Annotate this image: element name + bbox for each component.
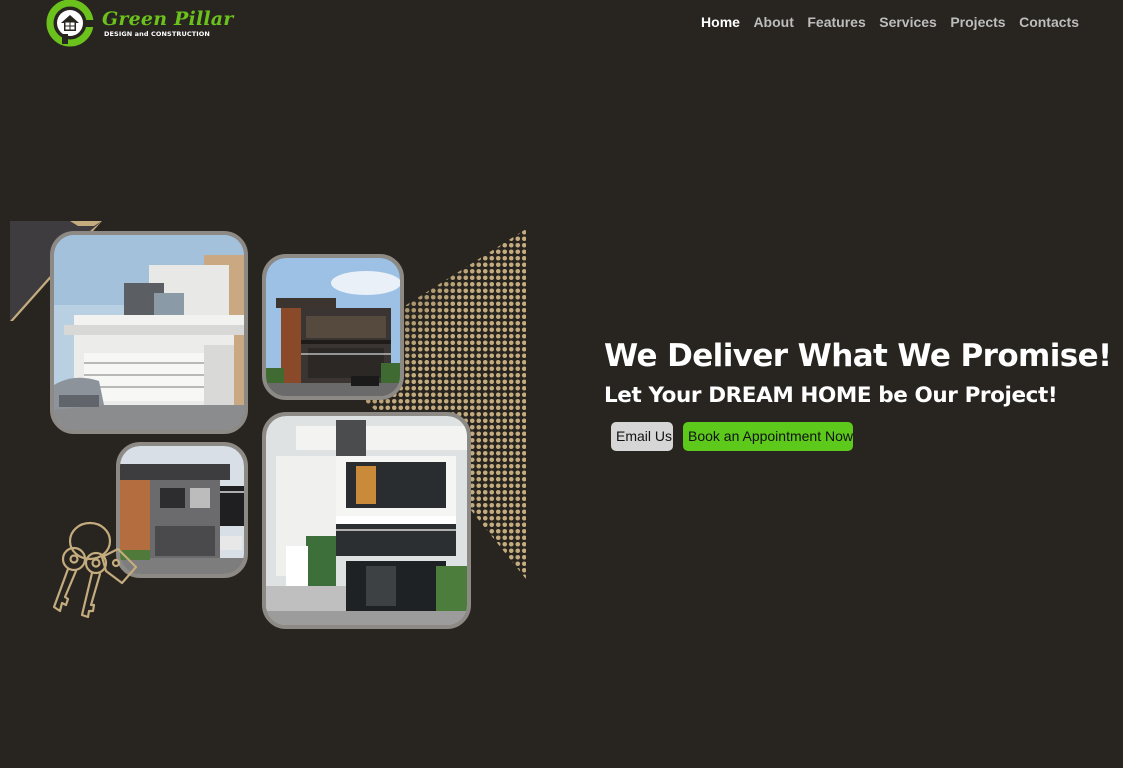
nav-item-features[interactable]: Features (807, 14, 865, 30)
hero-cta-row: Email Us Book an Appointment Now (611, 422, 1104, 451)
brand-tagline: DESIGN and CONSTRUCTION (104, 30, 210, 38)
landing-page: Green Pillar DESIGN and CONSTRUCTION Hom… (0, 0, 1123, 768)
house-photo-wood-facade (262, 254, 404, 400)
nav-item-home[interactable]: Home (701, 14, 740, 30)
nav-item-about[interactable]: About (753, 14, 793, 30)
house-photo-render-corner (262, 412, 471, 629)
nav-item-projects[interactable]: Projects (950, 14, 1005, 30)
main-nav: Home About Features Services Projects Co… (701, 14, 1079, 30)
hero-section: We Deliver What We Promise! Let Your DRE… (604, 336, 1112, 451)
hero-headline: We Deliver What We Promise! (604, 338, 1112, 374)
email-us-button[interactable]: Email Us (611, 422, 673, 451)
pillar-logo-icon (46, 0, 100, 47)
book-appointment-button[interactable]: Book an Appointment Now (683, 422, 853, 451)
hero-subheadline: Let Your DREAM HOME be Our Project! (604, 383, 1058, 408)
hero-collage (0, 215, 540, 635)
nav-item-services[interactable]: Services (879, 14, 937, 30)
brand-logo[interactable]: Green Pillar DESIGN and CONSTRUCTION (44, 0, 233, 48)
house-keys-icon (52, 521, 138, 619)
brand-name: Green Pillar (102, 8, 234, 30)
house-photo-modern-gated (50, 231, 248, 434)
nav-item-contacts[interactable]: Contacts (1019, 14, 1079, 30)
